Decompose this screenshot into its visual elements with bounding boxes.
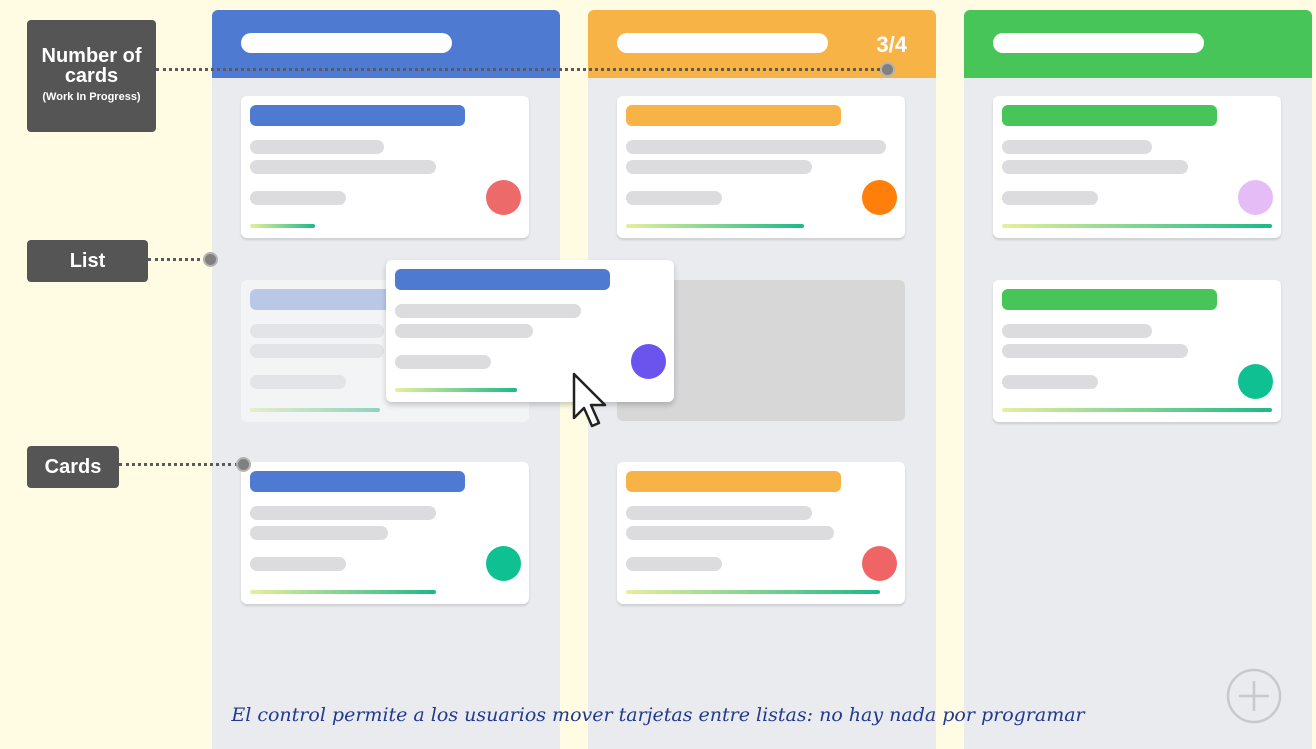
- card-title-placeholder: [1002, 105, 1217, 126]
- card-title-placeholder: [626, 105, 841, 126]
- callout-cards: Cards: [27, 446, 119, 488]
- card-text-line: [395, 355, 491, 369]
- card-title-placeholder: [626, 471, 841, 492]
- card-progress-bar: [395, 388, 517, 392]
- callout-wip: Number of cards (Work In Progress): [27, 20, 156, 132]
- list-title-placeholder: [617, 33, 828, 53]
- card-text-line: [1002, 140, 1152, 154]
- card-title-placeholder: [250, 105, 465, 126]
- card-text-line: [626, 506, 812, 520]
- callout-list: List: [27, 240, 148, 282]
- leader-line-cards: [119, 463, 238, 466]
- list-header-done: [964, 10, 1312, 78]
- card-avatar: [1238, 180, 1273, 215]
- card-done-2[interactable]: [993, 280, 1281, 422]
- card-text-line: [250, 557, 346, 571]
- card-text-line: [250, 191, 346, 205]
- card-text-line: [626, 140, 886, 154]
- card-todo-1[interactable]: [241, 96, 529, 238]
- card-progress-bar: [626, 224, 804, 228]
- card-progress-bar: [1002, 408, 1272, 412]
- card-progress-1[interactable]: [617, 96, 905, 238]
- card-text-line: [250, 344, 384, 358]
- card-progress-bar: [250, 408, 380, 412]
- card-text-line: [1002, 160, 1188, 174]
- card-avatar: [1238, 364, 1273, 399]
- card-avatar: [631, 344, 666, 379]
- card-progress-bar: [250, 224, 315, 228]
- card-text-line: [250, 160, 436, 174]
- callout-wip-title: Number of cards: [41, 45, 142, 87]
- card-avatar: [862, 180, 897, 215]
- card-avatar: [486, 546, 521, 581]
- list-title-placeholder: [993, 33, 1204, 53]
- card-text-line: [626, 160, 812, 174]
- card-being-dragged[interactable]: [386, 260, 674, 402]
- card-progress-bar: [626, 590, 880, 594]
- list-done: [964, 10, 1312, 749]
- card-progress-2[interactable]: [617, 462, 905, 604]
- card-text-line: [250, 375, 346, 389]
- card-done-1[interactable]: [993, 96, 1281, 238]
- card-avatar: [862, 546, 897, 581]
- pin-list: [203, 252, 218, 267]
- card-avatar: [486, 180, 521, 215]
- card-progress-bar: [1002, 224, 1272, 228]
- card-text-line: [626, 557, 722, 571]
- card-text-line: [1002, 191, 1098, 205]
- card-text-line: [626, 191, 722, 205]
- pin-cards: [236, 457, 251, 472]
- card-text-line: [1002, 344, 1188, 358]
- card-progress-bar: [250, 590, 436, 594]
- cursor-arrow-icon: [572, 372, 607, 428]
- card-text-line: [395, 324, 533, 338]
- leader-line-list: [148, 258, 206, 261]
- pin-wip: [880, 62, 895, 77]
- callout-wip-subtitle: (Work In Progress): [42, 91, 141, 103]
- wip-count: 3/4: [876, 32, 907, 57]
- card-text-line: [250, 506, 436, 520]
- card-text-line: [1002, 375, 1098, 389]
- card-text-line: [250, 526, 388, 540]
- leader-line-wip: [156, 68, 886, 71]
- card-text-line: [250, 140, 384, 154]
- figure-caption: El control permite a los usuarios mover …: [231, 704, 1085, 726]
- card-title-placeholder: [1002, 289, 1217, 310]
- card-text-line: [1002, 324, 1152, 338]
- card-title-placeholder: [395, 269, 610, 290]
- card-text-line: [626, 526, 834, 540]
- card-text-line: [395, 304, 581, 318]
- card-text-line: [250, 324, 384, 338]
- card-title-placeholder: [250, 471, 465, 492]
- list-title-placeholder: [241, 33, 452, 53]
- card-todo-2[interactable]: [241, 462, 529, 604]
